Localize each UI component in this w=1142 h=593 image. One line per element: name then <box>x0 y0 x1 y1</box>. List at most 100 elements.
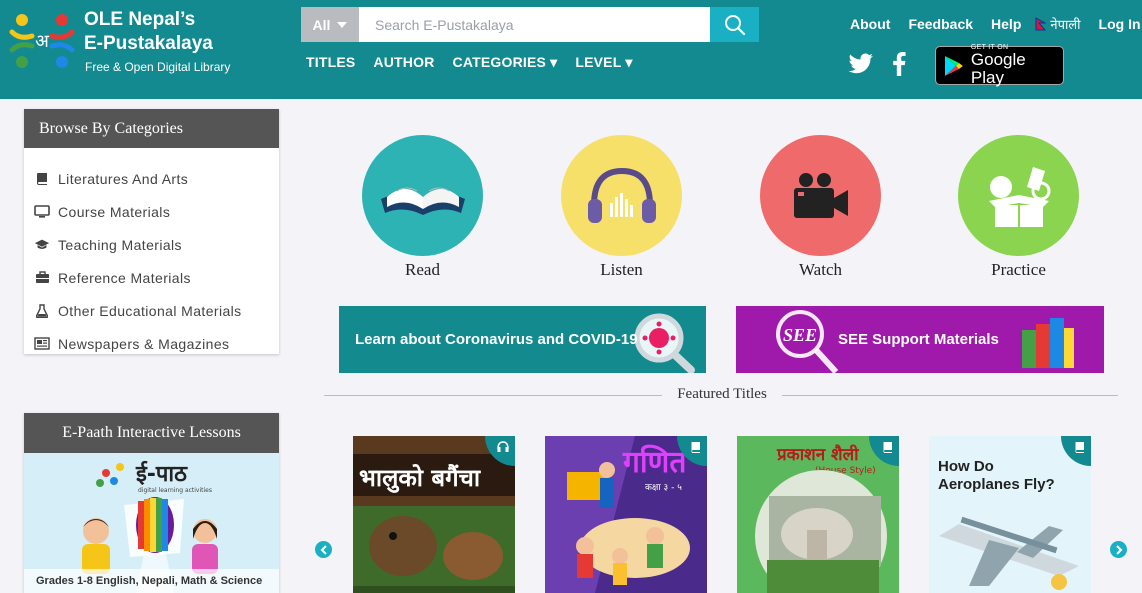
practice-circle[interactable] <box>958 135 1079 256</box>
book-4-title: How Do <box>938 458 994 475</box>
epaath-title: E-Paath Interactive Lessons <box>24 413 279 453</box>
feedback-link[interactable]: Feedback <box>908 16 973 32</box>
search-button[interactable] <box>710 7 759 42</box>
covid-banner[interactable]: Learn about Coronavirus and COVID-19 <box>339 306 706 373</box>
search-category-dropdown[interactable]: All <box>301 7 359 42</box>
nav-titles[interactable]: TITLES <box>306 54 355 71</box>
google-play-button[interactable]: GET IT ON Google Play <box>935 44 1064 87</box>
book-cover-4: How Do Aeroplanes Fly? <box>929 436 1091 593</box>
covid-banner-text: Learn about Coronavirus and COVID-19 <box>355 331 638 348</box>
see-badge-text: SEE <box>783 325 817 345</box>
category-literatures[interactable]: Literatures And Arts <box>24 162 279 195</box>
book-icon <box>691 442 700 453</box>
nav-categories[interactable]: CATEGORIES ▾ <box>453 54 558 71</box>
featured-divider-left <box>324 395 662 396</box>
categories-list: Literatures And Arts Course Materials Te… <box>24 148 279 360</box>
practice-box-icon <box>988 166 1050 227</box>
login-link[interactable]: Log In <box>1099 16 1141 32</box>
see-banner-text: SEE Support Materials <box>838 331 999 348</box>
epaath-panel[interactable]: E-Paath Interactive Lessons ई-पाठ digita… <box>24 413 279 593</box>
epaath-banner[interactable]: ई-पाठ digital learning activities Grades… <box>24 453 279 593</box>
social-links <box>848 52 906 76</box>
featured-divider-right <box>782 395 1118 396</box>
category-other-educational[interactable]: Other Educational Materials <box>24 294 279 327</box>
search-icon <box>724 14 745 35</box>
media-practice[interactable]: Practice <box>958 135 1079 280</box>
search-input[interactable] <box>359 7 710 42</box>
category-label: Teaching Materials <box>58 236 182 253</box>
books-stack-icon <box>1022 318 1074 368</box>
flask-icon <box>34 303 50 318</box>
google-play-text: GET IT ON Google Play <box>971 44 1063 87</box>
featured-book-4[interactable]: How Do Aeroplanes Fly? <box>929 436 1091 593</box>
featured-title: Featured Titles <box>677 386 767 402</box>
headphones-icon <box>497 441 509 452</box>
google-play-big: Google Play <box>970 50 1026 87</box>
facebook-icon[interactable] <box>892 52 906 76</box>
caret-down-icon <box>337 21 348 28</box>
practice-label: Practice <box>991 260 1046 279</box>
featured-book-3[interactable]: प्रकाशन शैली (House Style) <box>737 436 899 593</box>
media-watch[interactable]: Watch <box>760 135 881 280</box>
search-bar: All <box>301 7 759 42</box>
chevron-left-icon <box>320 544 327 555</box>
carousel-next-button[interactable] <box>1110 541 1127 558</box>
listen-circle[interactable] <box>561 135 682 256</box>
book-icon <box>34 172 50 186</box>
book-4-title-line2: Aeroplanes Fly? <box>938 476 1055 493</box>
language-label: नेपाली <box>1050 17 1081 32</box>
carousel-prev-button[interactable] <box>315 541 332 558</box>
briefcase-icon <box>34 271 50 285</box>
graduation-cap-icon <box>34 238 50 252</box>
main-nav: TITLES AUTHOR CATEGORIES ▾ LEVEL ▾ <box>306 54 633 71</box>
category-teaching-materials[interactable]: Teaching Materials <box>24 228 279 261</box>
magnifier-virus-icon <box>634 313 695 373</box>
categories-title: Browse By Categories <box>24 109 279 148</box>
brand-title-line2: E-Pustakalaya <box>84 33 213 54</box>
help-link[interactable]: Help <box>991 16 1021 32</box>
read-circle[interactable] <box>362 135 483 256</box>
media-read[interactable]: Read <box>362 135 483 280</box>
watch-label: Watch <box>799 260 842 279</box>
category-label: Course Materials <box>58 203 171 220</box>
epaath-caption: Grades 1-8 English, Nepali, Math & Scien… <box>24 569 279 593</box>
top-links: About Feedback Help नेपाली Log In <box>850 15 1141 33</box>
nepal-flag-icon <box>1035 17 1047 31</box>
monitor-icon <box>34 204 50 219</box>
book-icon <box>883 442 892 453</box>
book-3-title: प्रकाशन शैली <box>776 444 859 465</box>
book-1-title: भालुको बगैंचा <box>359 464 481 493</box>
nav-author[interactable]: AUTHOR <box>373 54 434 71</box>
media-listen[interactable]: Listen <box>561 135 682 280</box>
featured-book-2[interactable]: गणित कक्षा ३ - ५ <box>545 436 707 593</box>
twitter-icon[interactable] <box>848 53 874 75</box>
nav-level[interactable]: LEVEL ▾ <box>575 54 632 71</box>
watch-circle[interactable] <box>760 135 881 256</box>
video-camera-icon <box>793 172 848 218</box>
listen-label: Listen <box>600 260 643 279</box>
category-newspapers[interactable]: Newspapers & Magazines <box>24 327 279 360</box>
category-reference-materials[interactable]: Reference Materials <box>24 261 279 294</box>
book-cover-1: भालुको बगैंचा <box>353 436 515 593</box>
chevron-right-icon <box>1115 544 1122 555</box>
epaath-tagline: digital learning activities <box>138 487 212 494</box>
language-switch[interactable]: नेपाली <box>1035 15 1081 33</box>
epaath-logo: ई-पाठ <box>135 460 188 487</box>
open-book-icon <box>380 187 465 215</box>
google-play-icon <box>944 55 963 76</box>
newspaper-icon <box>34 337 50 351</box>
category-course-materials[interactable]: Course Materials <box>24 195 279 228</box>
featured-book-1[interactable]: भालुको बगैंचा <box>353 436 515 593</box>
search-category-label: All <box>312 16 331 33</box>
category-label: Other Educational Materials <box>58 302 242 319</box>
ole-logo-icon[interactable]: अ <box>8 6 76 76</box>
logo-letter: अ <box>35 31 50 52</box>
headphones-icon <box>587 167 656 223</box>
brand-title[interactable]: OLE Nepal’s E-Pustakalaya <box>84 8 213 56</box>
book-2-subtitle: कक्षा ३ - ५ <box>645 483 682 493</box>
site-header: अ OLE Nepal’s E-Pustakalaya Free & Open … <box>0 0 1142 99</box>
read-label: Read <box>405 260 440 279</box>
about-link[interactable]: About <box>850 16 890 32</box>
see-banner[interactable]: SEE SEE Support Materials <box>736 306 1104 373</box>
category-label: Newspapers & Magazines <box>58 335 230 352</box>
